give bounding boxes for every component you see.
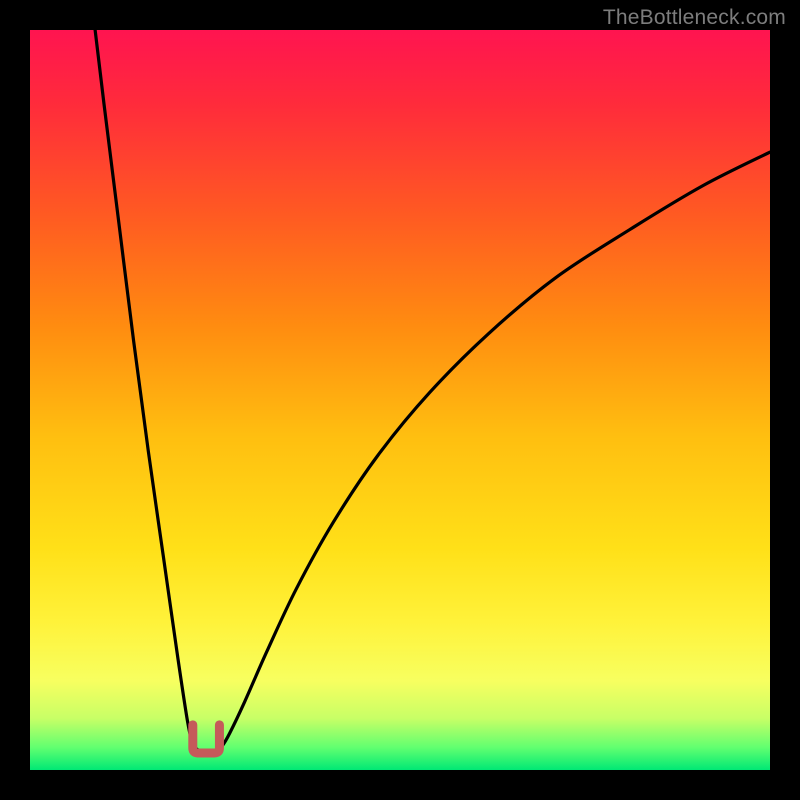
chart-frame [30,30,770,770]
watermark-text: TheBottleneck.com [603,6,786,30]
bottleneck-chart [30,30,770,770]
